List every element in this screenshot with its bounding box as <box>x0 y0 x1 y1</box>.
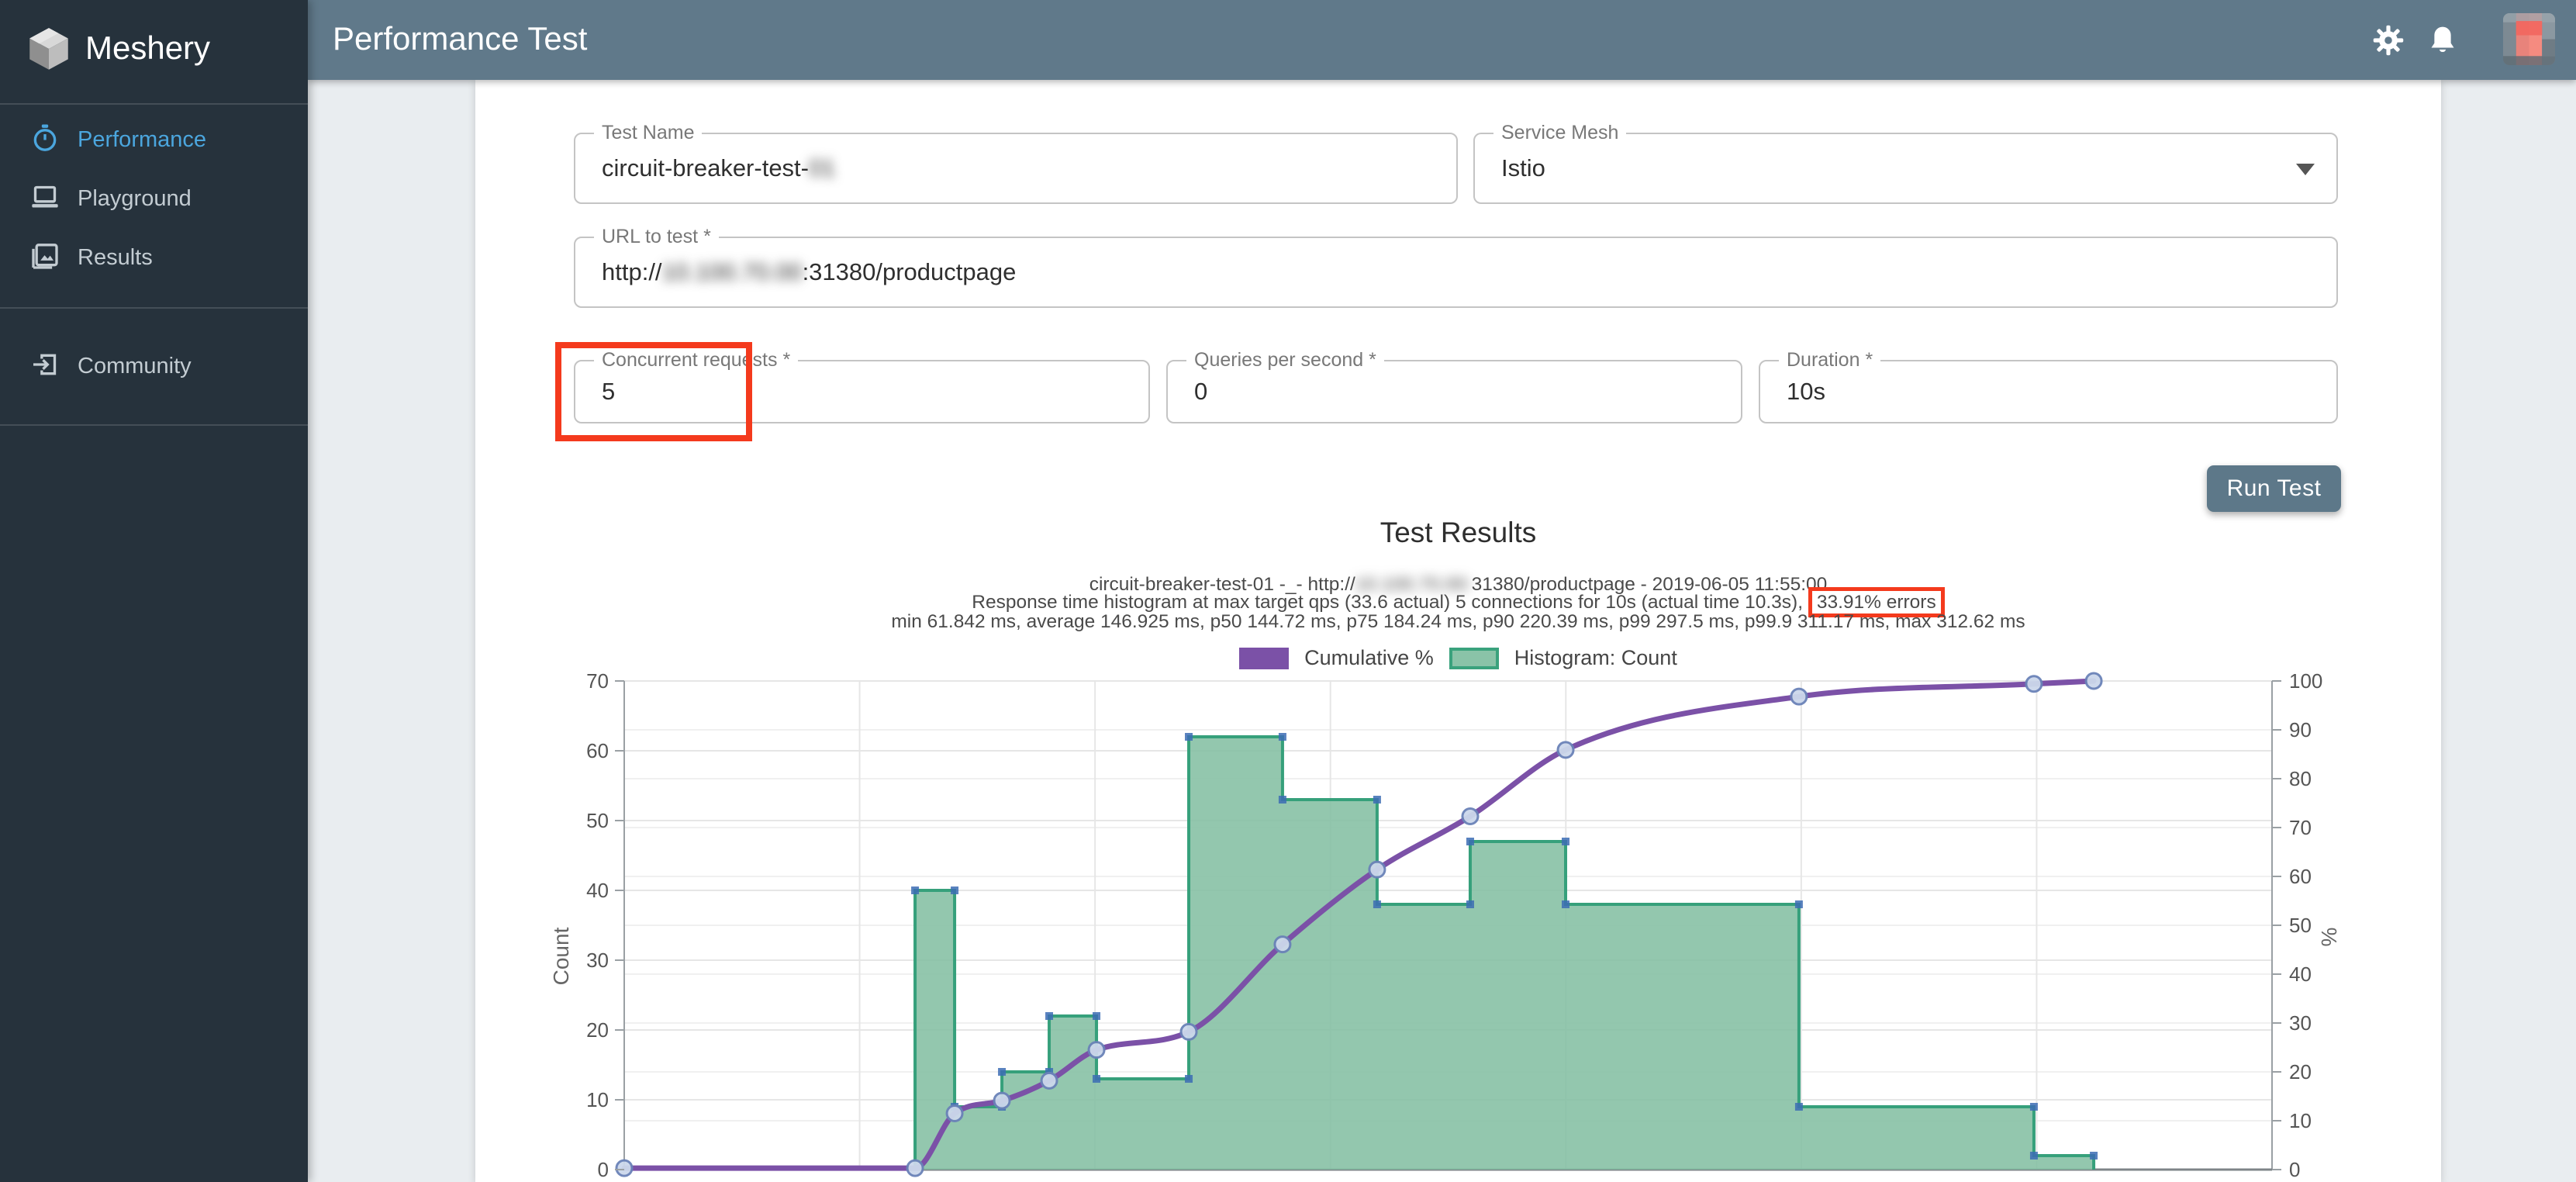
svg-text:50: 50 <box>586 809 609 832</box>
sidebar-item-results[interactable]: Results <box>0 226 308 285</box>
svg-text:20: 20 <box>586 1018 609 1042</box>
blurred-text: 01 <box>809 154 835 181</box>
svg-text:40: 40 <box>586 879 609 902</box>
svg-text:60: 60 <box>586 739 609 762</box>
sidebar-item-label: Community <box>78 354 192 379</box>
app-title: Meshery <box>85 29 210 67</box>
svg-text:%: % <box>2317 928 2341 947</box>
sidebar-item-community[interactable]: Community <box>0 335 308 394</box>
svg-text:80: 80 <box>2289 767 2312 790</box>
sidebar-item-label: Playground <box>78 186 192 212</box>
timer-icon <box>29 123 60 154</box>
results-chart-icon <box>29 240 60 271</box>
annotation-highlight-box <box>555 342 752 441</box>
url-field[interactable]: URL to test * http://10.100.70.00:31380/… <box>574 237 2338 308</box>
test-name-label: Test Name <box>594 122 702 144</box>
meshery-logo-icon <box>23 25 74 76</box>
svg-text:90: 90 <box>2289 718 2312 741</box>
sidebar-item-performance[interactable]: Performance <box>0 109 308 168</box>
queries-per-second-label: Queries per second * <box>1186 349 1384 372</box>
sidebar-item-label: Results <box>78 245 153 271</box>
header: Performance Test <box>308 0 2576 80</box>
duration-value: 10s <box>1787 378 1825 406</box>
svg-text:40: 40 <box>2289 963 2312 986</box>
results-summary-line2: Response time histogram at max target qp… <box>475 592 2441 613</box>
settings-gear-icon[interactable] <box>2371 23 2405 57</box>
service-mesh-select[interactable]: Service Mesh Istio <box>1473 133 2338 204</box>
laptop-icon <box>29 181 60 213</box>
svg-text:10: 10 <box>586 1088 609 1111</box>
sidebar-divider <box>0 424 308 426</box>
response-time-histogram-chart: 0 10 20 30 40 50 60 70 0 10 20 30 40 50 60 70 80 90 100 Cou… <box>475 620 2441 1182</box>
svg-text:10: 10 <box>2289 1109 2312 1132</box>
duration-field[interactable]: Duration * 10s <box>1759 360 2338 423</box>
notifications-bell-icon[interactable] <box>2426 23 2460 57</box>
page-title: Performance Test <box>333 20 587 57</box>
content-card: Test Name circuit-breaker-test-01 Servic… <box>475 80 2441 1182</box>
svg-text:0: 0 <box>2289 1158 2300 1181</box>
results-title: Test Results <box>475 517 2441 549</box>
test-name-field[interactable]: Test Name circuit-breaker-test-01 <box>574 133 1458 204</box>
sidebar-item-label: Performance <box>78 127 206 153</box>
svg-text:100: 100 <box>2289 669 2322 693</box>
sidebar-item-playground[interactable]: Playground <box>0 168 308 226</box>
sidebar-divider <box>0 103 308 105</box>
url-value: http://10.100.70.00:31380/productpage <box>602 258 1016 286</box>
queries-per-second-value: 0 <box>1194 378 1207 406</box>
svg-text:70: 70 <box>586 669 609 693</box>
avatar-pixelated-image <box>2503 13 2555 65</box>
service-mesh-value: Istio <box>1501 154 1545 182</box>
svg-text:70: 70 <box>2289 816 2312 839</box>
brand[interactable]: Meshery <box>0 0 308 103</box>
sidebar-divider <box>0 307 308 309</box>
meshery-app: Meshery Performance Playground <box>0 0 2576 1182</box>
svg-text:30: 30 <box>2289 1011 2312 1035</box>
test-name-value: circuit-breaker-test-01 <box>602 154 835 182</box>
service-mesh-label: Service Mesh <box>1493 122 1626 144</box>
svg-text:50: 50 <box>2289 914 2312 937</box>
sidebar: Meshery Performance Playground <box>0 0 308 1182</box>
blurred-text: 10.100.70.00 <box>662 258 803 285</box>
duration-label: Duration * <box>1779 349 1880 372</box>
svg-text:0: 0 <box>598 1158 609 1181</box>
queries-per-second-field[interactable]: Queries per second * 0 <box>1166 360 1742 423</box>
svg-text:20: 20 <box>2289 1060 2312 1084</box>
user-avatar[interactable] <box>2503 13 2555 65</box>
svg-text:60: 60 <box>2289 865 2312 888</box>
chevron-down-icon <box>2296 164 2315 175</box>
exit-to-app-icon <box>29 349 60 380</box>
run-test-button[interactable]: Run Test <box>2207 465 2341 512</box>
url-label: URL to test * <box>594 226 719 248</box>
svg-text:Count: Count <box>549 927 573 985</box>
svg-text:30: 30 <box>586 949 609 972</box>
